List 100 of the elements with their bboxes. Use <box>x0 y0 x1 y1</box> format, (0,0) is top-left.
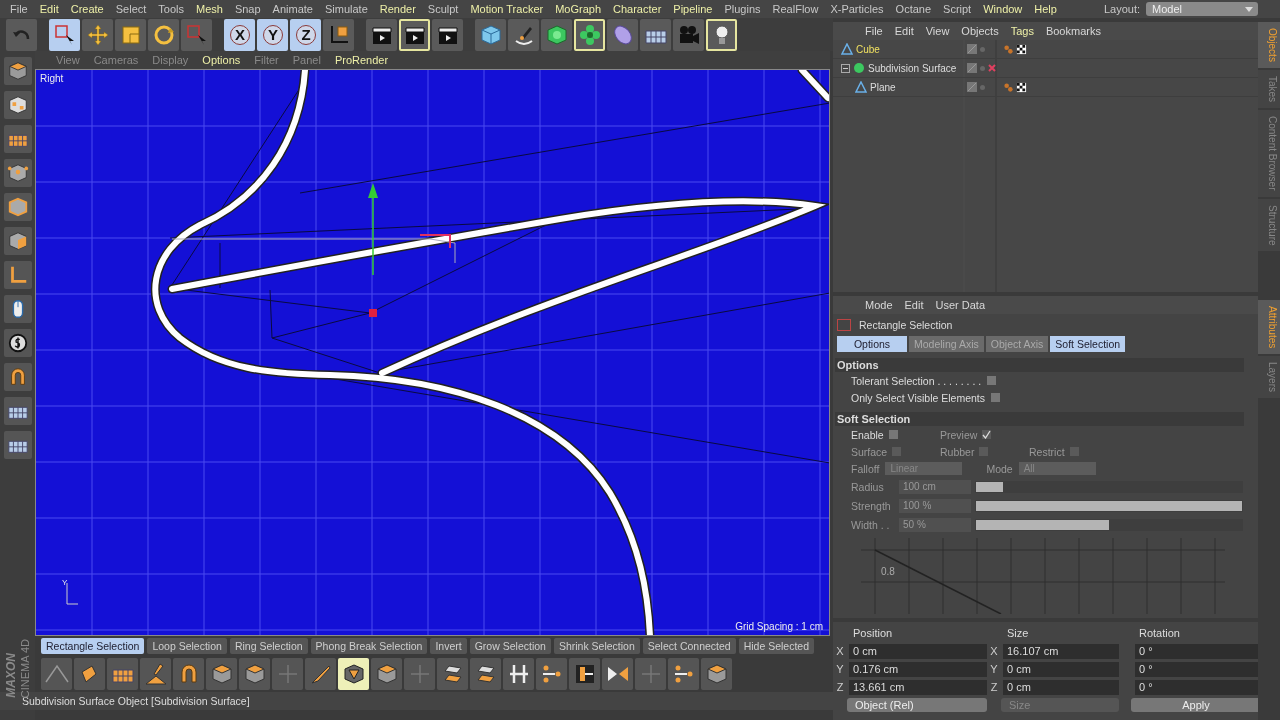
menu-item[interactable]: Tools <box>152 3 190 15</box>
checkbox[interactable] <box>888 430 898 439</box>
menu-item[interactable]: Simulate <box>318 3 374 15</box>
mirror-button[interactable] <box>602 658 633 691</box>
flower-button[interactable] <box>574 18 605 51</box>
object-name[interactable]: Plane <box>870 81 896 93</box>
layout-dropdown[interactable]: Model <box>1146 2 1258 16</box>
menu-item[interactable]: Sculpt <box>421 3 465 15</box>
attribute-tab[interactable]: Options <box>837 336 907 352</box>
viewport[interactable]: Right Y Grid Spacing : 1 cm <box>35 69 830 637</box>
command-tab[interactable]: Invert <box>430 638 467 655</box>
light-bulb-button[interactable] <box>706 18 737 51</box>
dots-button[interactable] <box>536 658 567 691</box>
object-name[interactable]: Cube <box>856 43 880 55</box>
attribute-tab[interactable]: Soft Selection <box>1050 336 1126 352</box>
axis-button[interactable] <box>3 261 32 290</box>
menu-item[interactable]: Edit <box>888 25 920 37</box>
menu-item[interactable]: X-Particles <box>824 3 890 15</box>
size-field[interactable]: 0 cm <box>1003 661 1119 677</box>
menu-item[interactable]: Create <box>64 3 110 15</box>
points-button[interactable] <box>3 159 32 188</box>
dots-button[interactable] <box>668 658 699 691</box>
planes-button[interactable] <box>470 658 501 691</box>
axis-lock-button[interactable]: Z <box>290 18 321 51</box>
menu-item[interactable]: Window <box>977 3 1029 15</box>
coordinate-space-dropdown[interactable]: Object (Rel) <box>847 698 987 712</box>
position-field[interactable]: 0.176 cm <box>849 661 987 677</box>
clapperboard-button[interactable] <box>366 18 397 51</box>
cross-icon[interactable] <box>988 64 996 72</box>
menu-item[interactable]: View <box>49 54 87 67</box>
side-tab[interactable]: Attributes <box>1258 300 1280 355</box>
coordinate-system-button[interactable] <box>323 18 354 51</box>
command-tab[interactable]: Select Connected <box>642 638 736 655</box>
grid-plane-button[interactable] <box>107 658 138 691</box>
pen-button[interactable] <box>508 18 539 51</box>
line-button[interactable] <box>41 658 72 691</box>
menu-item[interactable]: Display <box>145 54 196 67</box>
checker-cube-button[interactable] <box>3 91 32 120</box>
coin-button[interactable] <box>3 329 32 358</box>
knife-button[interactable] <box>305 658 336 691</box>
menu-item[interactable]: Objects <box>955 25 1005 37</box>
grid-plane-button[interactable] <box>3 125 32 154</box>
menu-item[interactable]: File <box>859 25 889 37</box>
brush-button[interactable] <box>140 658 171 691</box>
object-name[interactable]: Subdivision Surface <box>868 62 957 74</box>
menu-item[interactable]: Select <box>109 3 153 15</box>
ellipse-button[interactable] <box>607 18 638 51</box>
snap-grid-button[interactable] <box>3 397 32 426</box>
menu-item[interactable]: Motion Tracker <box>464 3 550 15</box>
menu-item[interactable]: Snap <box>228 3 267 15</box>
command-tab[interactable]: Rectangle Selection <box>41 638 145 655</box>
box-button[interactable] <box>701 658 732 691</box>
menu-item[interactable]: View <box>919 25 956 37</box>
edges-button[interactable] <box>3 193 32 222</box>
menu-item[interactable]: Edit <box>898 299 930 311</box>
box-button[interactable] <box>371 658 402 691</box>
menu-item[interactable]: MoGraph <box>549 3 608 15</box>
menu-item[interactable]: Help <box>1028 3 1063 15</box>
command-tab[interactable]: Phong Break Selection <box>310 638 428 655</box>
planes-button[interactable] <box>437 658 468 691</box>
rotate-button[interactable] <box>148 18 179 51</box>
rotation-field[interactable]: 0 ° <box>1135 661 1261 677</box>
slider-track[interactable] <box>975 518 1243 531</box>
checkbox[interactable] <box>987 376 997 385</box>
axis-lock-button[interactable]: X <box>224 18 255 51</box>
menu-item[interactable]: RealFlow <box>766 3 825 15</box>
bridge-button[interactable] <box>569 658 600 691</box>
menu-item[interactable]: User Data <box>929 299 992 311</box>
magnet-button[interactable] <box>3 363 32 392</box>
menu-item[interactable]: Cameras <box>86 54 146 67</box>
grid-plane-button[interactable] <box>640 18 671 51</box>
menu-item[interactable]: Octane <box>889 3 938 15</box>
menu-item[interactable]: Bookmarks <box>1039 25 1107 37</box>
menu-item[interactable]: ProRender <box>327 54 396 67</box>
mouse-button[interactable] <box>3 295 32 324</box>
checkbox[interactable] <box>991 393 1001 402</box>
rotation-field[interactable]: 0 ° <box>1135 679 1261 695</box>
move-button[interactable] <box>82 18 113 51</box>
menu-item[interactable]: Mode <box>859 299 899 311</box>
visibility-dot[interactable] <box>980 84 985 90</box>
scale-button[interactable] <box>115 18 146 51</box>
weld-button[interactable] <box>503 658 534 691</box>
menu-item[interactable]: Script <box>937 3 978 15</box>
command-tab[interactable]: Grow Selection <box>469 638 551 655</box>
menu-item[interactable]: File <box>4 3 34 15</box>
menu-item[interactable]: Render <box>373 3 422 15</box>
slider-track[interactable] <box>975 480 1243 493</box>
menu-item[interactable]: Tags <box>1004 25 1040 37</box>
clapperboard-button[interactable] <box>432 18 463 51</box>
slider-track[interactable] <box>975 499 1243 512</box>
rectangle-selection-button[interactable] <box>49 18 80 51</box>
menu-item[interactable]: Plugins <box>718 3 767 15</box>
menu-item[interactable]: Pipeline <box>667 3 719 15</box>
apply-button[interactable]: Apply <box>1131 698 1261 712</box>
axis-lock-button[interactable]: Y <box>257 18 288 51</box>
menu-item[interactable]: Mesh <box>190 3 229 15</box>
command-tab[interactable]: Shrink Selection <box>553 638 640 655</box>
magnet-button[interactable] <box>173 658 204 691</box>
polygon-button[interactable] <box>3 227 32 256</box>
rotation-field[interactable]: 0 ° <box>1135 643 1261 659</box>
